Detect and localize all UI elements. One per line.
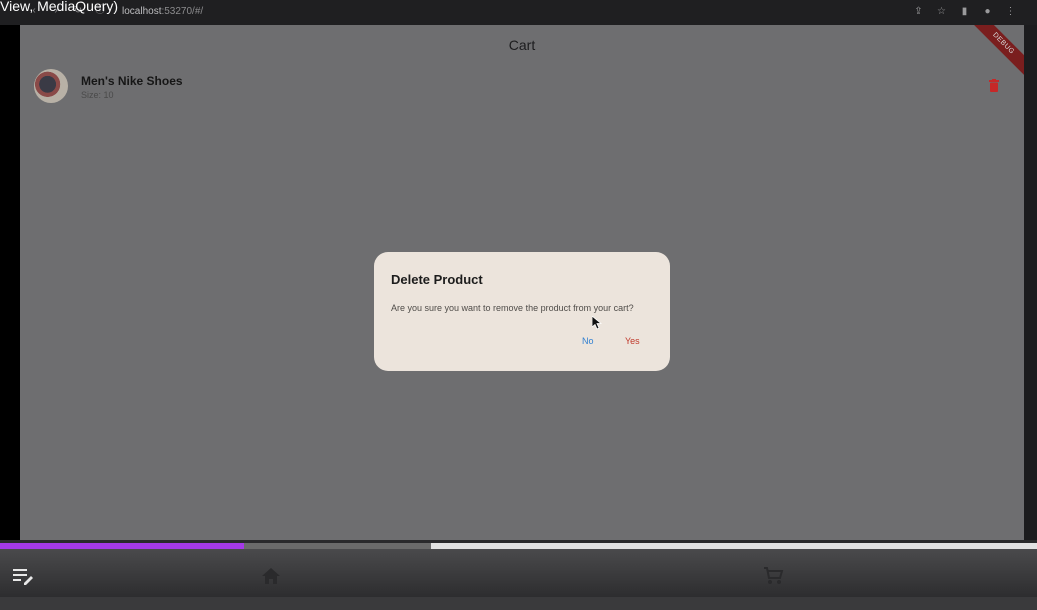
bottom-navigation	[0, 549, 1037, 597]
star-icon[interactable]: ☆	[935, 5, 948, 18]
home-icon[interactable]	[260, 565, 282, 587]
menu-icon[interactable]: ⋮	[1004, 5, 1017, 18]
mouse-cursor-icon	[592, 316, 602, 330]
left-black-strip	[0, 0, 20, 540]
edit-list-icon[interactable]	[12, 565, 34, 587]
url-host: localhost	[122, 6, 162, 17]
list-item[interactable]: Men's Nike Shoes Size: 10	[34, 69, 1014, 103]
dialog-title: Delete Product	[391, 272, 483, 287]
cart-icon[interactable]	[762, 565, 784, 587]
page-title: Cart	[508, 37, 536, 53]
share-icon[interactable]: ⇪	[912, 5, 925, 18]
overlay-label: View, MediaQuery)	[0, 0, 119, 14]
dialog-message: Are you sure you want to remove the prod…	[391, 303, 634, 313]
browser-actions: ⇪ ☆ ▮ ● ⋮	[912, 5, 1017, 18]
profile-icon[interactable]: ●	[981, 5, 994, 18]
product-size: Size: 10	[81, 90, 114, 100]
right-dark-strip	[1024, 25, 1037, 540]
address-bar[interactable]: localhost:53270/#/	[122, 6, 203, 17]
product-thumbnail	[34, 69, 68, 103]
bottom-strip	[0, 597, 1037, 610]
yes-button[interactable]: Yes	[625, 336, 640, 346]
product-name: Men's Nike Shoes	[81, 74, 183, 88]
delete-dialog: Delete Product Are you sure you want to …	[374, 252, 670, 371]
trash-icon[interactable]	[989, 79, 999, 92]
no-button[interactable]: No	[582, 336, 594, 346]
url-path: :53270/#/	[161, 6, 204, 17]
sidebar-icon[interactable]: ▮	[958, 5, 971, 18]
browser-toolbar: ‹ › ↻ ⓘ localhost:53270/#/ ⇪ ☆ ▮ ● ⋮	[0, 0, 1037, 25]
